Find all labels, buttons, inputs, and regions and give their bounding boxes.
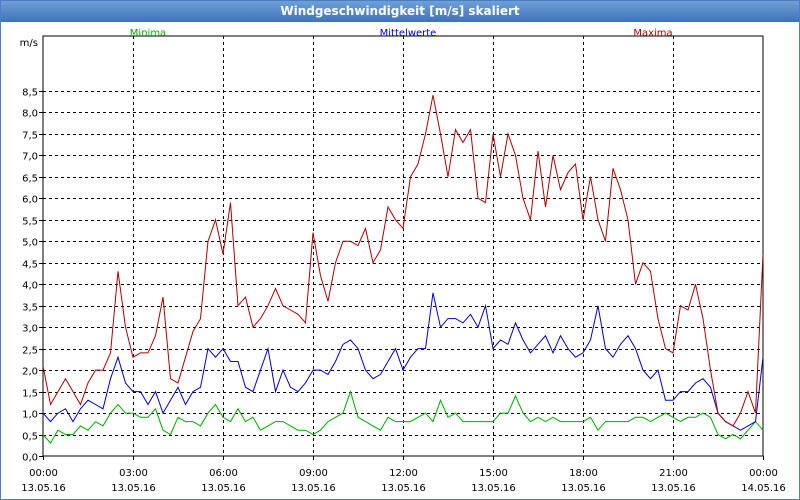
x-tick-time: 21:00 bbox=[659, 468, 688, 479]
y-tick-label: 1,5 bbox=[22, 389, 38, 400]
y-tick-label: 2,5 bbox=[22, 346, 38, 357]
legend-minima: Minima bbox=[130, 28, 166, 39]
y-tick-label: 5,0 bbox=[22, 238, 38, 249]
y-tick-label: 0,5 bbox=[22, 432, 38, 443]
legend-mittelwerte: Mittelwerte bbox=[380, 28, 437, 39]
x-tick-date: 13.05.16 bbox=[381, 483, 426, 494]
x-tick-time: 06:00 bbox=[209, 468, 238, 479]
y-tick-label: 8,5 bbox=[22, 88, 38, 99]
x-tick-date: 13.05.16 bbox=[291, 483, 336, 494]
chart-window: Windgeschwindigkeit [m/s] skaliert 0,0 0,… bbox=[0, 0, 800, 500]
x-tick-date: 13.05.16 bbox=[201, 483, 246, 494]
y-tick-label: 0,0 bbox=[22, 453, 38, 464]
y-tick-label: 8,0 bbox=[22, 109, 38, 120]
x-tick-date: 13.05.16 bbox=[21, 483, 66, 494]
x-tick-date: 13.05.16 bbox=[471, 483, 516, 494]
y-axis-label: m/s bbox=[20, 38, 38, 49]
x-tick-time: 09:00 bbox=[299, 468, 328, 479]
x-tick-time: 00:00 bbox=[29, 468, 58, 479]
y-tick-label: 2,0 bbox=[22, 367, 38, 378]
y-tick-label: 6,5 bbox=[22, 174, 38, 185]
x-tick-time: 00:00 bbox=[749, 468, 778, 479]
x-tick-date: 14.05.16 bbox=[741, 483, 786, 494]
x-tick-time: 12:00 bbox=[389, 468, 418, 479]
y-tick-label: 6,0 bbox=[22, 195, 38, 206]
y-tick-label: 7,5 bbox=[22, 131, 38, 142]
grid bbox=[42, 35, 764, 457]
x-tick-date: 13.05.16 bbox=[111, 483, 156, 494]
chart-svg: 0,0 0,5 1,0 1,5 2,0 2,5 3,0 3,5 4,0 4,5 5,0 5,5 6,0 6… bbox=[20, 28, 786, 494]
x-tick-time: 03:00 bbox=[119, 468, 148, 479]
y-tick-label: 1,0 bbox=[22, 410, 38, 421]
y-tick-label: 7,0 bbox=[22, 152, 38, 163]
x-tick-time: 18:00 bbox=[569, 468, 598, 479]
legend-maxima: Maxima bbox=[633, 28, 672, 39]
x-tick-time: 15:00 bbox=[479, 468, 508, 479]
y-tick-label: 4,0 bbox=[22, 281, 38, 292]
x-tick-date: 13.05.16 bbox=[651, 483, 696, 494]
y-tick-label: 5,5 bbox=[22, 217, 38, 228]
y-tick-label: 4,5 bbox=[22, 260, 38, 271]
y-tick-label: 3,5 bbox=[22, 303, 38, 314]
x-tick-date: 13.05.16 bbox=[561, 483, 606, 494]
y-tick-label: 3,0 bbox=[22, 324, 38, 335]
